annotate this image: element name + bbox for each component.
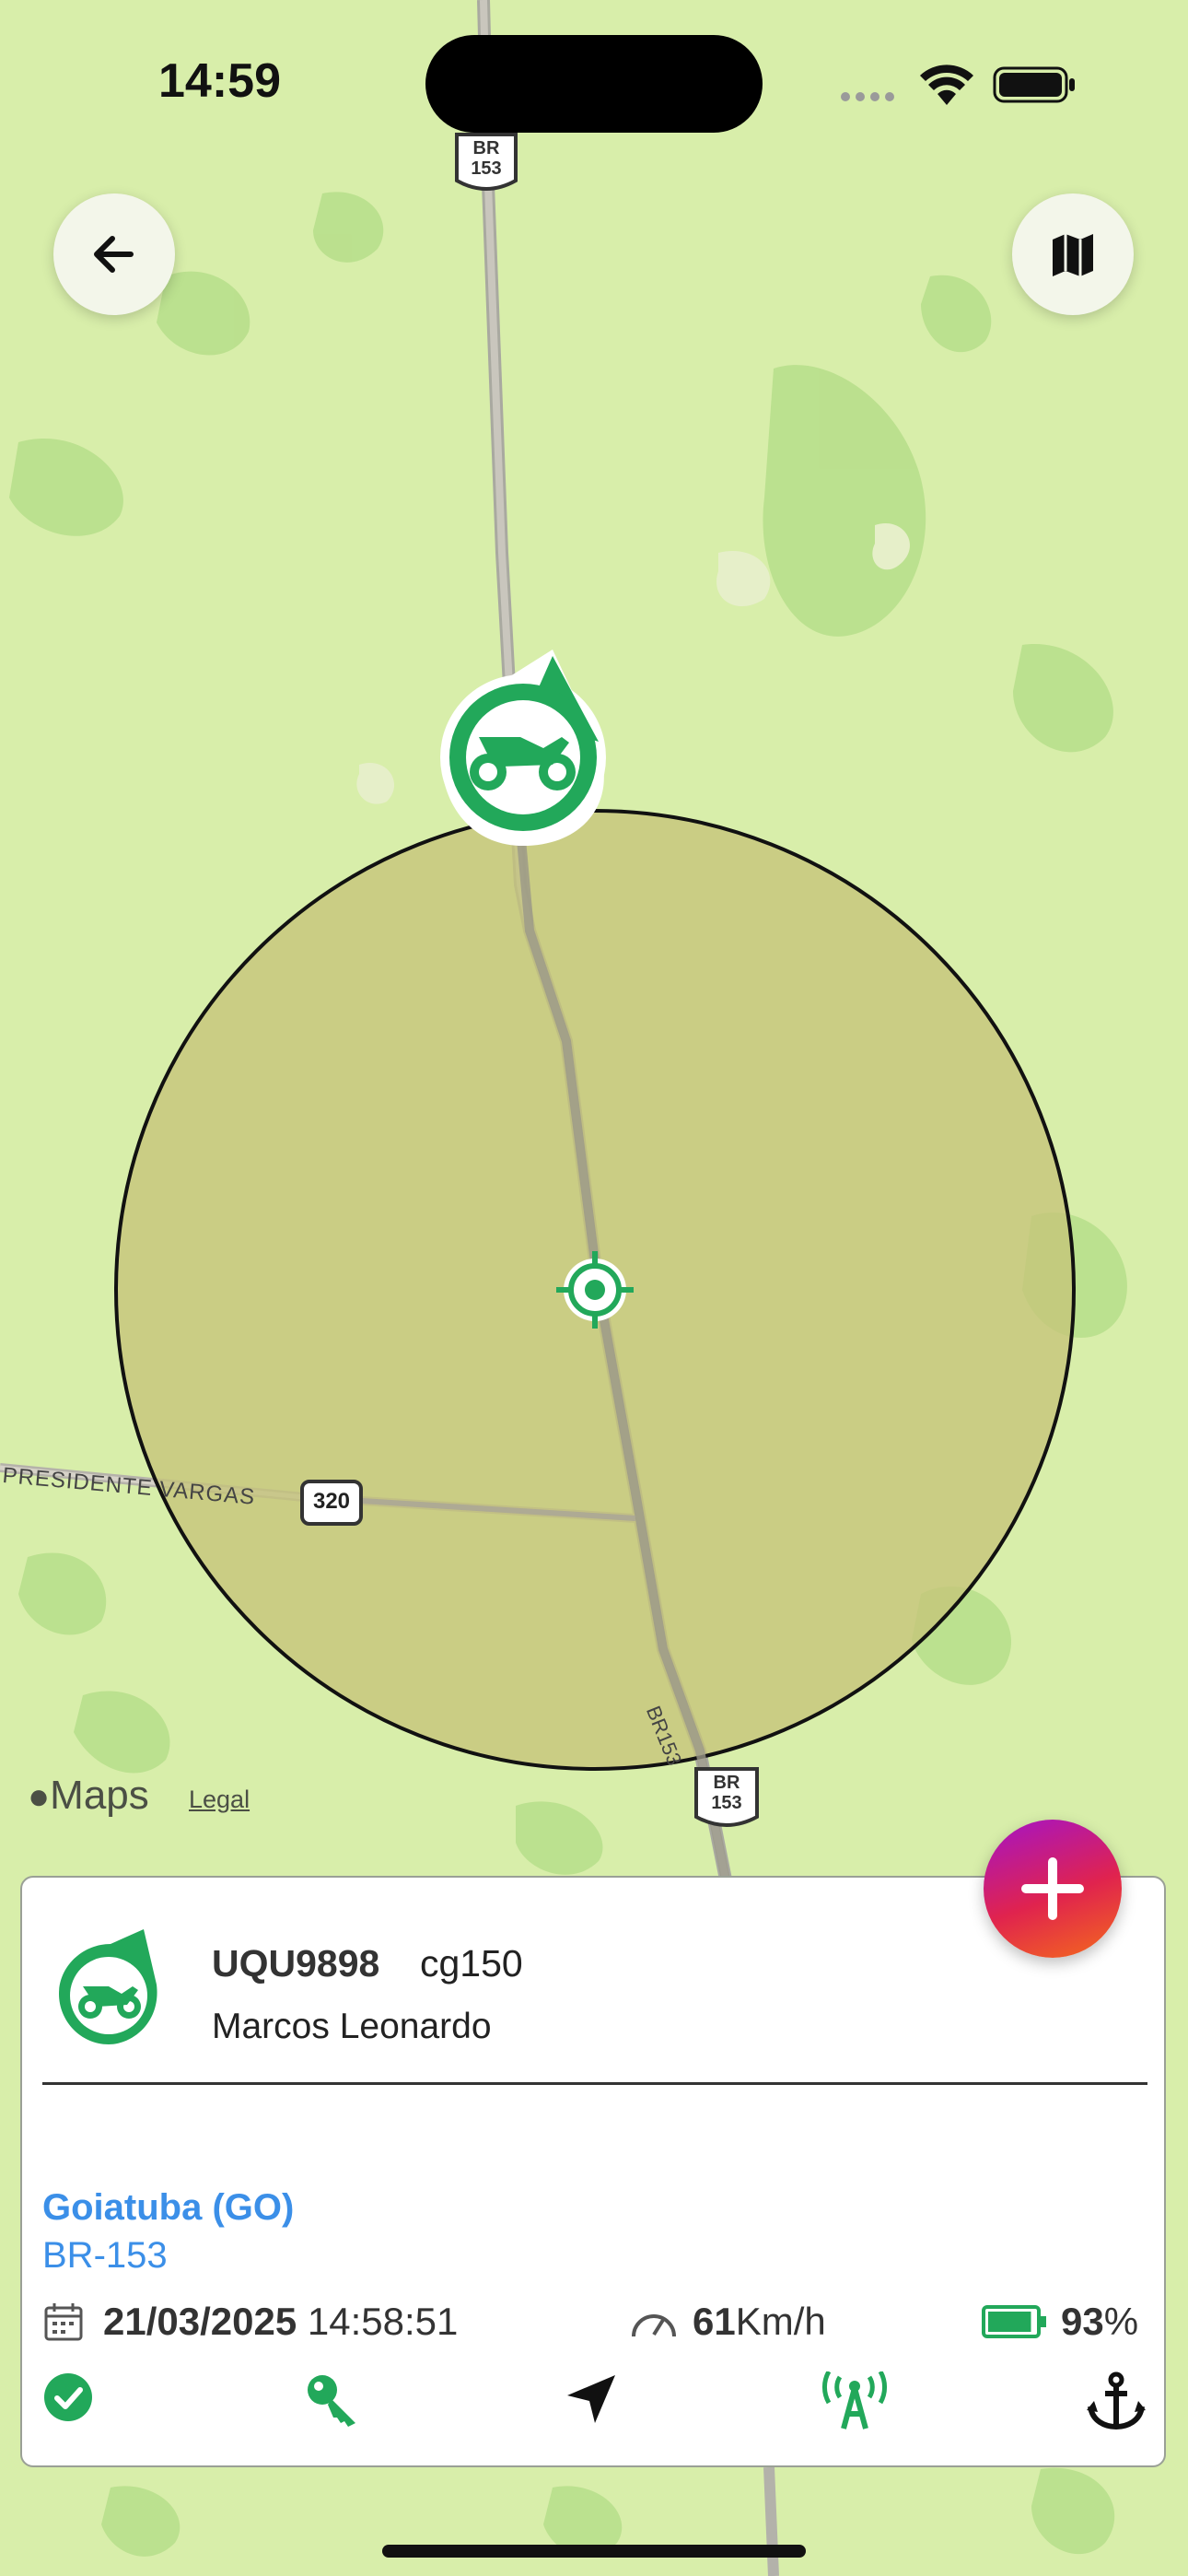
dynamic-island bbox=[425, 35, 763, 133]
antenna-icon[interactable] bbox=[820, 2370, 890, 2435]
cellular-signal-icon bbox=[841, 92, 894, 101]
key-icon[interactable] bbox=[304, 2371, 363, 2431]
date-value: 21/03/2025 bbox=[103, 2300, 297, 2343]
status-time: 14:59 bbox=[158, 54, 281, 108]
apple-logo-icon: ● bbox=[28, 1776, 51, 1817]
speed-unit: Km/h bbox=[735, 2300, 826, 2343]
driver-name: Marcos Leonardo bbox=[212, 2007, 492, 2046]
battery-row: 93% bbox=[982, 2300, 1138, 2344]
home-indicator bbox=[382, 2545, 806, 2558]
battery-value: 93 bbox=[1061, 2300, 1104, 2343]
wifi-icon bbox=[920, 64, 973, 105]
location-city: Goiatuba (GO) bbox=[42, 2187, 295, 2228]
add-button[interactable] bbox=[984, 1820, 1122, 1958]
speed-value: 61 bbox=[693, 2300, 736, 2343]
card-divider bbox=[42, 2082, 1147, 2085]
battery-status-icon bbox=[993, 66, 1075, 103]
map-type-button[interactable] bbox=[1012, 193, 1134, 315]
map-icon bbox=[1053, 234, 1093, 276]
time-value: 14:58:51 bbox=[307, 2300, 459, 2343]
arrow-left-icon bbox=[94, 236, 134, 273]
speed-row: 61 Km/h bbox=[628, 2300, 826, 2344]
battery-level-icon bbox=[982, 2305, 1046, 2338]
speedometer-icon bbox=[632, 2314, 676, 2337]
anchor-icon[interactable] bbox=[1087, 2371, 1146, 2435]
battery-unit: % bbox=[1103, 2300, 1139, 2343]
vehicle-plate: UQU9898 bbox=[212, 1942, 380, 1985]
vehicle-type-icon bbox=[59, 1929, 157, 2044]
timestamp-row: 21/03/2025 14:58:51 bbox=[42, 2300, 458, 2344]
check-circle-icon[interactable] bbox=[42, 2371, 94, 2428]
legal-link[interactable]: Legal bbox=[189, 1786, 250, 1814]
shield-bottom-line1: BR bbox=[713, 1773, 740, 1793]
navigation-arrow-icon[interactable] bbox=[564, 2371, 619, 2431]
calendar-icon bbox=[44, 2303, 83, 2341]
vehicle-info-card[interactable]: UQU9898 cg150 Marcos Leonardo Goiatuba (… bbox=[20, 1876, 1166, 2467]
shield-bottom-line2: 153 bbox=[711, 1793, 742, 1813]
plus-icon bbox=[1021, 1857, 1084, 1920]
maps-brand: Maps bbox=[50, 1773, 149, 1818]
shield-bottom-text: BR 153 bbox=[696, 1773, 757, 1813]
route-320-label: 320 bbox=[312, 1489, 351, 1514]
apple-maps-logo: ●Maps bbox=[28, 1773, 149, 1819]
location-road: BR-153 bbox=[42, 2235, 168, 2276]
vehicle-model: cg150 bbox=[420, 1942, 523, 1985]
back-button[interactable] bbox=[53, 193, 175, 315]
status-bar: 14:59 bbox=[0, 0, 1188, 166]
